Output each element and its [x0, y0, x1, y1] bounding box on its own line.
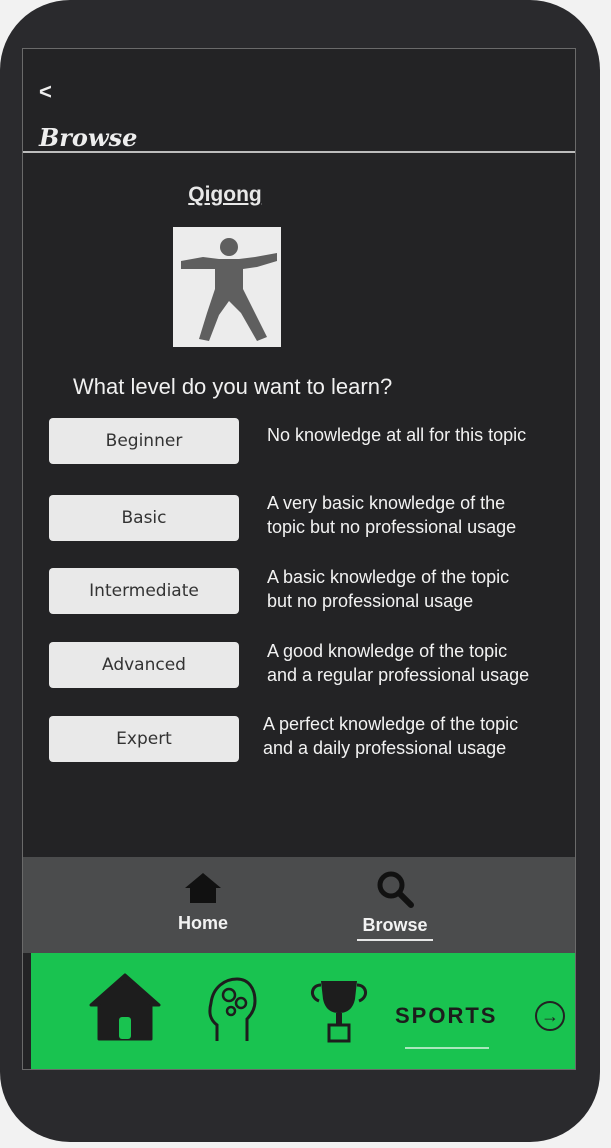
description-line: No knowledge at all for this topic: [267, 425, 527, 445]
description-line: A very basic knowledge of the: [267, 493, 506, 513]
nav-bar: Home Browse: [23, 857, 575, 953]
nav-active-indicator: [357, 939, 433, 941]
beginner-description: No knowledge at all for this topic: [267, 423, 567, 447]
description-line: and a daily professional usage: [263, 738, 507, 758]
topic-image: [173, 227, 281, 347]
nav-browse-label: Browse: [362, 915, 428, 935]
brain-gear-icon[interactable]: [207, 975, 257, 1043]
home-icon: [185, 873, 221, 903]
description-line: A basic knowledge of the topic: [267, 567, 510, 587]
basic-description: A very basic knowledge of the topic but …: [267, 491, 567, 539]
sports-active-indicator: [405, 1047, 489, 1049]
qigong-figure-icon: [181, 238, 277, 341]
nav-browse[interactable]: Browse: [335, 857, 455, 953]
header-divider: [23, 151, 575, 153]
back-button[interactable]: <: [39, 79, 52, 105]
expert-button[interactable]: Expert: [49, 716, 239, 762]
search-icon: [377, 871, 414, 908]
bottom-tab-bar: SPORTS →: [31, 953, 575, 1069]
sports-tab-label[interactable]: SPORTS: [395, 1003, 497, 1029]
trophy-icon[interactable]: [307, 977, 371, 1043]
description-line: and a regular professional usage: [267, 665, 530, 685]
nav-home[interactable]: Home: [143, 857, 263, 953]
intermediate-description: A basic knowledge of the topic but no pr…: [267, 565, 567, 613]
expert-description: A perfect knowledge of the topic and a d…: [263, 712, 563, 760]
basic-button[interactable]: Basic: [49, 495, 239, 541]
arrow-right-circle-icon[interactable]: →: [535, 1001, 565, 1031]
app-screen: < Browse Qigong What level do you want t…: [22, 48, 576, 1070]
description-line: A perfect knowledge of the topic: [263, 714, 519, 734]
description-line: but no professional usage: [267, 591, 474, 611]
nav-home-label: Home: [177, 913, 228, 933]
level-question: What level do you want to learn?: [73, 374, 393, 399]
beginner-button[interactable]: Beginner: [49, 418, 239, 464]
intermediate-button[interactable]: Intermediate: [49, 568, 239, 614]
home-icon[interactable]: [89, 973, 161, 1043]
advanced-button[interactable]: Advanced: [49, 642, 239, 688]
description-line: A good knowledge of the topic: [267, 641, 508, 661]
topic-title: Qigong: [188, 183, 262, 206]
advanced-description: A good knowledge of the topic and a regu…: [267, 639, 567, 687]
description-line: topic but no professional usage: [267, 517, 517, 537]
phone-frame: < Browse Qigong What level do you want t…: [0, 0, 600, 1142]
page-title: Browse: [39, 123, 138, 152]
